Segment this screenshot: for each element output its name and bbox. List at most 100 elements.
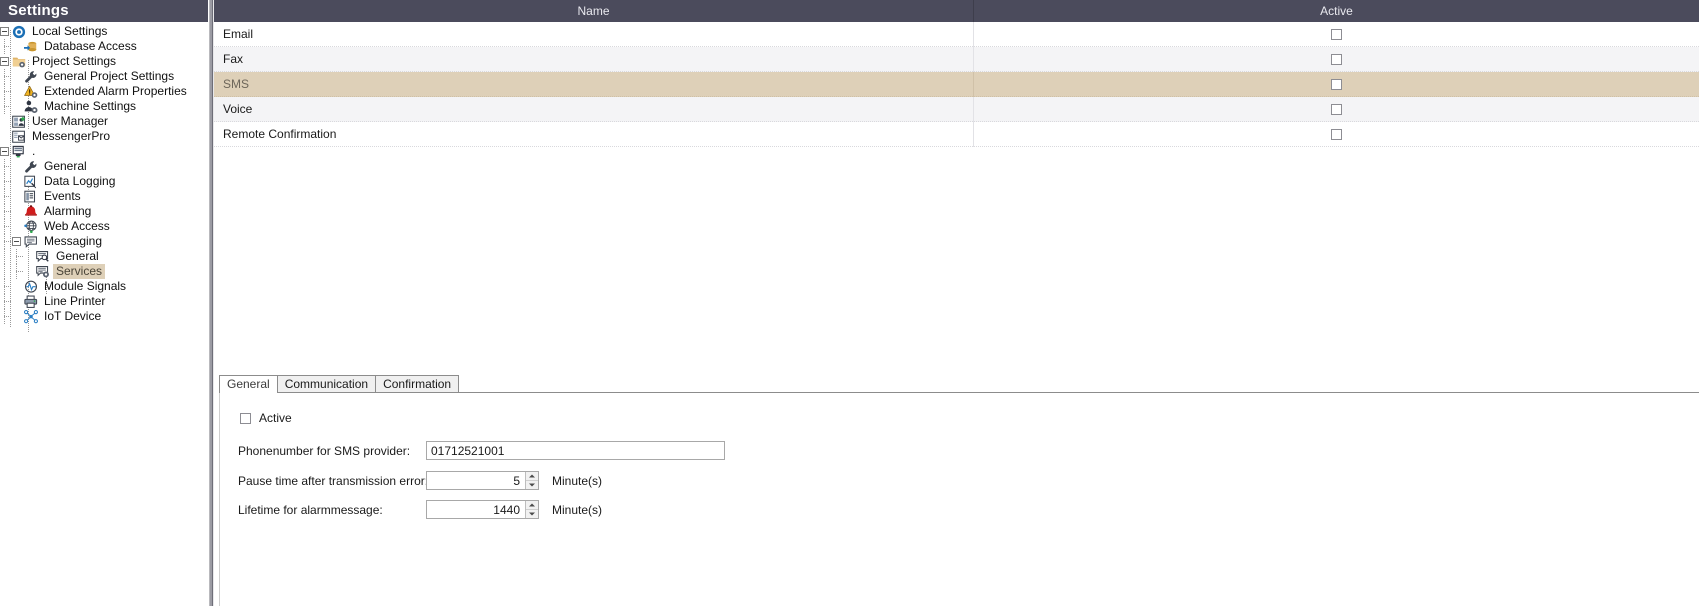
users-icon	[12, 115, 28, 129]
tree-item-project-settings[interactable]: Project Settings	[0, 54, 208, 69]
events-icon	[24, 190, 40, 204]
tree-item-messengerpro[interactable]: MessengerPro	[0, 129, 208, 144]
tree-item-label: Database Access	[44, 39, 137, 53]
table-cell-active	[974, 72, 1699, 97]
table-cell-active	[974, 97, 1699, 122]
tree-item-messaging[interactable]: Messaging	[0, 234, 208, 249]
grid-body[interactable]: Email Fax SMS Voice Remote Confirmation	[214, 21, 1699, 147]
grid-column-header-active[interactable]: Active	[974, 0, 1699, 22]
tree-item-module-signals[interactable]: Module Signals	[0, 279, 208, 294]
tree-guide	[0, 84, 12, 99]
row-active-checkbox[interactable]	[1331, 78, 1342, 90]
tree-guide	[0, 174, 12, 189]
row-active-checkbox[interactable]	[1331, 103, 1342, 115]
tree-guide	[0, 159, 12, 174]
phonenumber-input[interactable]	[426, 441, 725, 460]
lifetime-input[interactable]	[427, 501, 525, 518]
tree-guide	[0, 234, 12, 249]
detail-tabstrip[interactable]: General Communication Confirmation	[219, 375, 1699, 393]
pause-time-spin-buttons[interactable]	[525, 472, 538, 489]
tree-item-extended-alarm-properties[interactable]: Extended Alarm Properties	[0, 84, 208, 99]
pause-time-spin-up[interactable]	[526, 472, 538, 481]
table-cell-active	[974, 47, 1699, 72]
tree-item-services[interactable]: Services	[0, 264, 208, 279]
tree-guide	[0, 294, 12, 309]
table-row[interactable]: Email	[214, 21, 1699, 47]
settings-tree[interactable]: Local Settings Database Access Project Set…	[0, 22, 208, 332]
tree-item-data-logging[interactable]: Data Logging	[0, 174, 208, 189]
tree-item-general[interactable]: General	[0, 159, 208, 174]
tree-item-label: General	[56, 249, 99, 263]
settings-window: Settings Local Settings Database Access Pr…	[0, 0, 1699, 606]
table-cell-name: Voice	[214, 96, 974, 122]
tab-confirmation[interactable]: Confirmation	[375, 375, 460, 392]
table-row[interactable]: SMS	[214, 71, 1699, 97]
tree-item-label: Module Signals	[44, 279, 127, 293]
server-icon	[12, 145, 28, 159]
tree-item-general-project-settings[interactable]: General Project Settings	[0, 69, 208, 84]
speech-bubble-icon	[24, 235, 40, 249]
tree-item-alarming[interactable]: Alarming	[0, 204, 208, 219]
pause-time-spin-down[interactable]	[526, 480, 538, 489]
gear-circle-icon	[12, 25, 28, 39]
tree-item-[interactable]: .	[0, 144, 208, 159]
row-active-checkbox[interactable]	[1331, 28, 1342, 40]
tree-item-local-settings[interactable]: Local Settings	[0, 24, 208, 39]
field-row-pause-time: Pause time after transmission error: Min…	[238, 471, 602, 490]
tree-guide	[0, 39, 12, 54]
tree-item-label: Line Printer	[44, 294, 106, 308]
tree-expander-minus-icon[interactable]	[12, 237, 21, 246]
tree-guide	[0, 69, 12, 84]
table-cell-name: Fax	[214, 46, 974, 72]
tree-item-events[interactable]: Events	[0, 189, 208, 204]
tree-expander-minus-icon[interactable]	[0, 147, 9, 156]
iot-device-icon	[24, 309, 40, 324]
signal-wave-icon	[24, 280, 40, 294]
tree-item-general[interactable]: General	[0, 249, 208, 264]
alarm-bell-icon	[24, 204, 40, 219]
message-search-icon	[36, 250, 52, 264]
tree-item-label: Events	[44, 189, 81, 203]
lifetime-spin-down[interactable]	[526, 509, 538, 518]
settings-sidebar: Settings Local Settings Database Access Pr…	[0, 0, 208, 606]
tab-communication[interactable]: Communication	[276, 375, 377, 392]
wrench-icon	[24, 70, 40, 84]
tree-item-label: Project Settings	[32, 54, 117, 68]
tree-guide	[12, 264, 24, 279]
active-checkbox[interactable]	[240, 412, 251, 424]
field-row-lifetime: Lifetime for alarmmessage: Minute(s)	[238, 500, 602, 519]
tree-item-label: Extended Alarm Properties	[44, 84, 187, 98]
database-arrow-icon	[24, 40, 40, 54]
tree-item-database-access[interactable]: Database Access	[0, 39, 208, 54]
tree-expander-minus-icon[interactable]	[0, 57, 9, 66]
tab-general[interactable]: General	[219, 375, 278, 393]
pause-time-input[interactable]	[427, 472, 525, 489]
grid-header-row: Name Active	[214, 0, 1699, 22]
tree-item-label: User Manager	[32, 114, 109, 128]
active-checkbox-row[interactable]: Active	[240, 411, 292, 425]
tree-expander-minus-icon[interactable]	[0, 27, 9, 36]
tree-item-label: Messaging	[44, 234, 103, 248]
folder-gear-icon	[12, 55, 28, 69]
table-row[interactable]: Voice	[214, 96, 1699, 122]
tree-item-line-printer[interactable]: Line Printer	[0, 294, 208, 309]
tree-item-iot-device[interactable]: IoT Device	[0, 309, 208, 324]
table-row[interactable]: Remote Confirmation	[214, 121, 1699, 147]
lifetime-unit: Minute(s)	[552, 502, 603, 517]
tree-item-label: Local Settings	[32, 24, 108, 38]
tree-item-machine-settings[interactable]: Machine Settings	[0, 99, 208, 114]
lifetime-spin-buttons[interactable]	[525, 501, 538, 518]
table-row[interactable]: Fax	[214, 46, 1699, 72]
lifetime-stepper[interactable]	[426, 500, 539, 519]
tree-item-user-manager[interactable]: User Manager	[0, 114, 208, 129]
row-active-checkbox[interactable]	[1331, 128, 1342, 140]
grid-column-header-name[interactable]: Name	[214, 0, 974, 22]
lifetime-spin-up[interactable]	[526, 501, 538, 510]
message-gear-icon	[36, 265, 52, 279]
tree-guide	[0, 219, 12, 234]
tree-item-web-access[interactable]: Web Access	[0, 219, 208, 234]
pause-time-stepper[interactable]	[426, 471, 539, 490]
tree-item-label: .	[32, 144, 36, 158]
row-active-checkbox[interactable]	[1331, 53, 1342, 65]
tree-guide	[12, 249, 24, 264]
